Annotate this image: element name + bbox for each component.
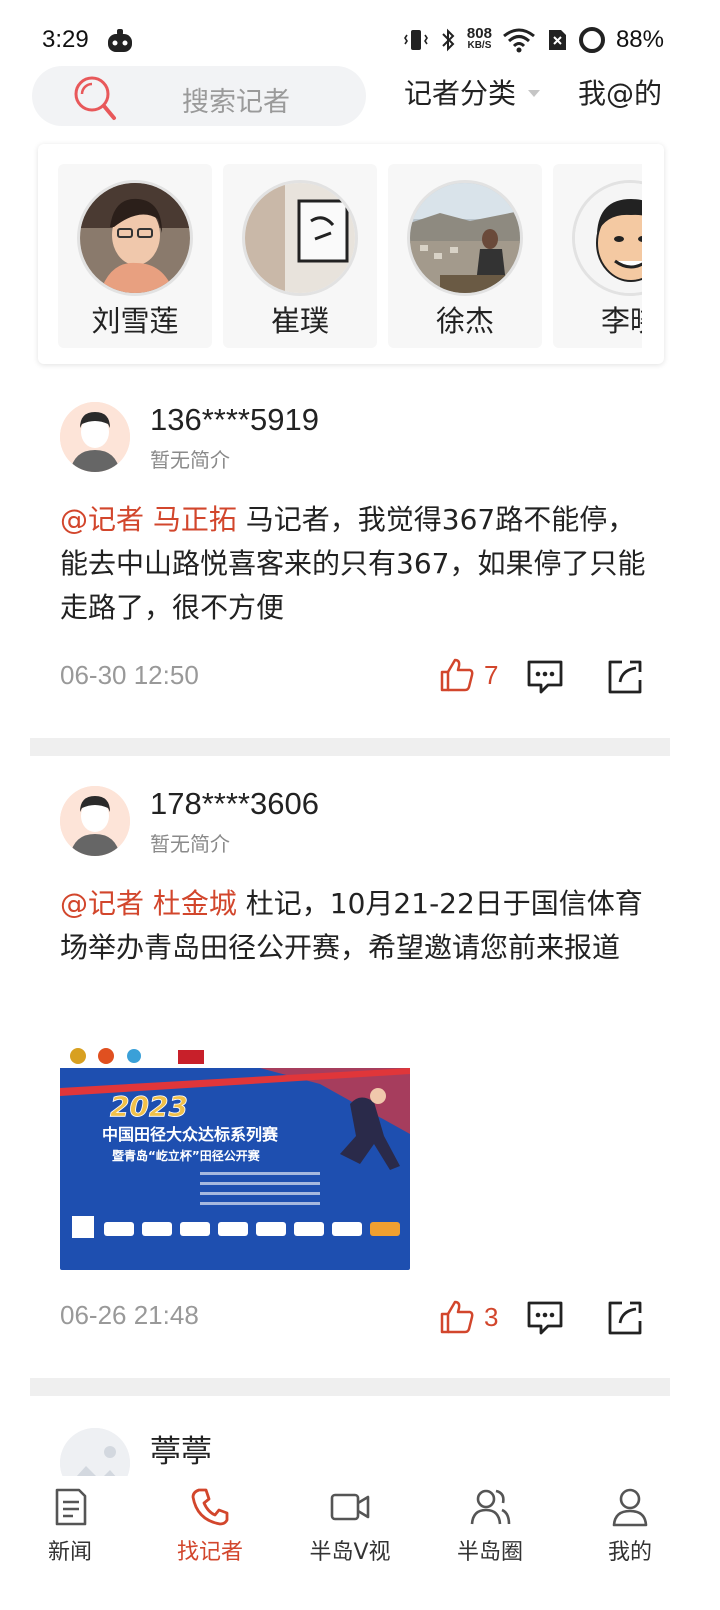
like-button[interactable]: 3 — [438, 1298, 498, 1336]
reporter-card[interactable]: 徐杰 — [388, 164, 542, 348]
vibrate-icon — [403, 30, 428, 50]
reporter-name: 刘雪莲 — [91, 304, 179, 338]
thumbs-up-icon — [440, 1300, 474, 1334]
nav-label: 我的 — [607, 1540, 652, 1565]
video-icon — [330, 1493, 370, 1521]
user-name[interactable]: 葶葶 — [150, 1426, 212, 1471]
like-count: 3 — [484, 1301, 499, 1332]
nav-news[interactable]: 新闻 — [10, 1486, 130, 1566]
like-button[interactable]: 7 — [438, 656, 498, 694]
news-icon — [55, 1488, 87, 1526]
nav-community[interactable]: 半岛圈 — [430, 1486, 550, 1566]
reporter-name: 徐杰 — [435, 304, 494, 338]
nav-label: 半岛圈 — [456, 1540, 523, 1565]
comment-text: @记者 杜金城 杜记，10月21-22日于国信体育场举办青岛田径公开赛，希望邀请… — [60, 882, 660, 970]
reporter-avatar — [572, 180, 642, 296]
nav-label: 半岛V视 — [309, 1540, 391, 1565]
my-mentions-button[interactable]: 我@的 — [578, 72, 662, 112]
poster-title: 中国田径大众达标系列赛 — [102, 1125, 279, 1144]
phone-icon — [191, 1488, 229, 1526]
nav-profile[interactable]: 我的 — [570, 1486, 690, 1566]
no-sim-icon — [548, 30, 566, 50]
comment-time: 06-30 12:50 — [60, 660, 199, 690]
status-time: 3:29 — [42, 26, 89, 53]
bluetooth-icon — [442, 28, 455, 52]
reporter-avatar — [242, 180, 358, 296]
bottom-navigation: 新闻 找记者 半岛V视 半岛圈 我的 — [0, 1476, 720, 1610]
reporter-name: 崔璞 — [270, 304, 329, 338]
poster-subtitle: 暨青岛“屹立杯”田径公开赛 — [112, 1148, 261, 1163]
nav-label: 找记者 — [176, 1540, 243, 1565]
search-bar[interactable]: 搜索记者 — [32, 66, 366, 126]
event-poster-image[interactable]: 2023 中国田径大众达标系列赛 暨青岛“屹立杯”田径公开赛 — [60, 1044, 410, 1270]
reporter-carousel[interactable]: 刘雪莲 崔璞 徐杰 李 — [38, 144, 664, 364]
reporter-avatar — [77, 180, 193, 296]
reporter-card[interactable]: 刘雪莲 — [58, 164, 212, 348]
thumbs-up-icon — [440, 658, 474, 692]
reporter-category-button[interactable]: 记者分类 — [404, 72, 541, 112]
user-avatar[interactable] — [60, 402, 130, 472]
chevron-down-icon — [528, 89, 541, 97]
app-notification-icon — [108, 29, 132, 52]
user-name[interactable]: 178****3606 — [150, 786, 319, 822]
comment-icon[interactable] — [526, 1299, 564, 1337]
battery-percent: 88% — [615, 26, 664, 53]
comment-icon[interactable] — [526, 658, 564, 696]
user-avatar[interactable] — [60, 786, 130, 856]
net-speed-value: 808 — [466, 25, 492, 42]
user-bio: 暂无简介 — [150, 832, 230, 856]
poster-year: 2023 — [110, 1090, 188, 1123]
profile-icon — [612, 1488, 648, 1527]
wifi-icon — [503, 28, 535, 53]
reporter-card[interactable]: 李晓 — [553, 164, 642, 348]
reporter-avatar — [407, 180, 523, 296]
reporter-mention[interactable]: @记者 马正拓 — [60, 503, 237, 536]
nav-label: 新闻 — [47, 1540, 92, 1565]
card-separator — [30, 1378, 670, 1396]
nav-find-reporter[interactable]: 找记者 — [150, 1486, 270, 1566]
search-icon — [74, 76, 116, 120]
search-input[interactable]: 搜索记者 — [182, 80, 290, 119]
reporter-mention[interactable]: @记者 杜金城 — [60, 887, 237, 920]
share-icon[interactable] — [606, 658, 644, 696]
reporter-card[interactable]: 崔璞 — [223, 164, 377, 348]
status-bar: 3:29 808 KB/S 88% — [0, 0, 720, 64]
reporter-name: 李晓 — [600, 304, 642, 338]
nav-video[interactable]: 半岛V视 — [290, 1486, 410, 1566]
net-speed: 808 KB/S — [466, 25, 492, 52]
reporter-category-label: 记者分类 — [404, 77, 517, 110]
net-speed-unit: KB/S — [467, 40, 492, 51]
status-indicators: 808 KB/S 88% — [403, 22, 664, 58]
like-count: 7 — [484, 659, 499, 690]
comment-time: 06-26 21:48 — [60, 1300, 199, 1330]
reporter-strip[interactable]: 刘雪莲 崔璞 徐杰 李 — [58, 164, 642, 348]
user-name[interactable]: 136****5919 — [150, 402, 319, 438]
battery-icon — [578, 27, 605, 53]
community-icon — [470, 1489, 511, 1525]
card-separator — [30, 738, 670, 756]
share-icon[interactable] — [606, 1299, 644, 1337]
comment-text: @记者 马正拓 马记者，我觉得367路不能停，能去中山路悦喜客来的只有367，如… — [60, 498, 660, 630]
user-bio: 暂无简介 — [150, 448, 230, 472]
